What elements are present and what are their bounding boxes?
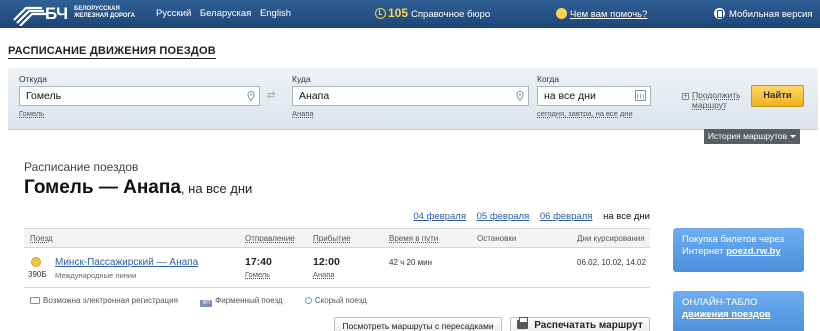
lang-russian[interactable]: Русский [156,8,191,19]
when-field-value: на все дни [544,90,596,102]
route-search-form: Откуда Гомель Гомель ⇄ Куда Анапа Анапа … [8,68,818,130]
location-pin-icon [516,91,524,101]
help-link-label: Чем вам помочь? [570,9,648,20]
to-hint[interactable]: Анапа [292,109,314,118]
legend-fast-train: Скорый поезд [304,296,377,305]
column-days: Дни курсирования [577,234,645,243]
to-field[interactable]: Анапа [292,86,529,106]
date-link-06-feb[interactable]: 06 февраля [540,211,593,222]
to-field-value: Анапа [299,90,330,102]
legend: Возможна электронная регистрация ФП Фирме… [30,296,387,307]
logo-subtitle-line-2: железная дорога [74,13,135,19]
top-bar: БЧ Белорусская железная дорога Русский Б… [0,0,820,28]
from-field-value: Гомель [26,90,62,102]
date-link-04-feb[interactable]: 04 февраля [413,211,466,222]
from-field[interactable]: Гомель [19,86,260,106]
view-transfer-routes-button[interactable]: Посмотреть маршруты с пересадками [334,317,502,331]
mobile-version-label: Мобильная версия [729,9,813,20]
lang-belarusian[interactable]: Беларуская [200,8,251,19]
brand-train-icon: ФП [200,300,213,307]
column-train[interactable]: Поезд [30,234,53,243]
legend-fast-train-label: Скорый поезд [314,296,367,305]
continue-route-line-1: Продолжить [692,90,741,100]
column-duration[interactable]: Время в пути [389,234,438,243]
logo-abbr: БЧ [45,4,68,23]
swap-stations-button[interactable]: ⇄ [267,90,275,101]
logo-subtitle: Белорусская железная дорога [74,6,154,20]
help-link[interactable]: Чем вам помочь? [556,8,647,20]
online-board-title: ОНЛАЙН-ТАБЛО [682,297,758,308]
mobile-phone-icon [714,8,725,19]
to-label: Куда [292,74,311,84]
online-board-promo[interactable]: ОНЛАЙН-ТАБЛО движения поездов [673,291,804,331]
continue-route-line-2: маршрут [692,100,727,110]
column-departure[interactable]: Отправление [245,234,295,243]
column-arrival[interactable]: Прибытие [313,234,351,243]
from-hint[interactable]: Гомель [19,109,44,118]
route-history-label: История маршрутов [707,131,788,141]
caret-down-icon [790,135,797,138]
date-current-all-days: на все дни [603,211,650,222]
when-field[interactable]: на все дни [537,86,651,106]
online-board-link[interactable]: движения поездов [682,309,771,320]
legend-electronic-registration: Возможна электронная регистрация [30,296,188,305]
buy-tickets-line-1: Покупка билетов через [682,234,784,245]
bch-logo[interactable]: БЧ Белорусская железная дорога [12,2,140,26]
legend-brand-train-label: Фирменный поезд [215,296,283,305]
departure-time: 17:40 [245,256,272,268]
international-train-icon [31,257,41,267]
when-label: Когда [537,74,560,84]
date-link-05-feb[interactable]: 05 февраля [477,211,530,222]
arrival-station[interactable]: Анапа [313,270,335,279]
plus-icon: + [682,93,689,100]
language-switcher: Русский Беларуская English [156,8,297,19]
legend-brand-train: ФП Фирменный поезд [200,296,292,307]
lang-english[interactable]: English [260,8,291,19]
fast-train-icon [304,297,312,304]
travel-duration: 42 ч 20 мин [389,258,433,267]
help-bubble-icon [556,8,567,19]
continue-route-link[interactable]: + Продолжить маршрут [682,90,741,110]
legend-electronic-registration-label: Возможна электронная регистрация [43,296,178,305]
find-button[interactable]: Найти [751,85,804,107]
helpdesk-label: Справочное бюро [411,9,491,20]
route-heading: Гомель — Анапа, на все дни [24,177,252,199]
helpdesk-info: 105 Справочное бюро [375,6,490,20]
when-hint[interactable]: сегодня, завтра, на все дни [537,109,633,118]
train-route-link[interactable]: Минск-Пассажирский — Анапа [55,257,198,268]
mobile-version-link[interactable]: Мобильная версия [714,8,813,20]
buy-tickets-promo[interactable]: Покупка билетов через Интернет poezd.rw.… [673,228,804,272]
logo-subtitle-line-1: Белорусская [74,6,120,12]
train-number: 390Б [28,270,47,279]
buy-tickets-line-2: Интернет [682,246,724,257]
results-subtitle: Расписание поездов [24,160,139,174]
page-title: РАСПИСАНИЕ ДВИЖЕНИЯ ПОЕЗДОВ [8,45,216,59]
clock-icon [375,8,386,19]
arrival-time: 12:00 [313,256,340,268]
location-pin-icon [247,91,255,101]
printer-icon [517,317,529,329]
departure-station[interactable]: Гомель [245,270,270,279]
calendar-icon[interactable] [635,90,646,101]
route-history-button[interactable]: История маршрутов [704,129,800,144]
e-registration-icon [30,297,40,304]
column-stops: Остановки [477,234,517,243]
print-route-button[interactable]: Распечатать маршрут [510,317,650,331]
schedule-table-header: Поезд Отправление Прибытие Время в пути … [24,228,650,248]
route-when: , на все дни [180,181,253,196]
route-name: Гомель — Анапа [24,177,181,198]
date-selector: 04 февраля 05 февраля 06 февраля на все … [405,211,650,222]
train-kind: Международные линии [55,271,137,280]
running-days: 06.02, 10.02, 14.02 [577,258,646,267]
print-route-label: Распечатать маршрут [534,320,643,331]
poezd-link[interactable]: poezd.rw.by [726,246,781,257]
table-row: 390Б Минск-Пассажирский — Анапа Междунар… [24,248,650,288]
from-label: Откуда [19,74,47,84]
helpdesk-number: 105 [388,6,409,20]
